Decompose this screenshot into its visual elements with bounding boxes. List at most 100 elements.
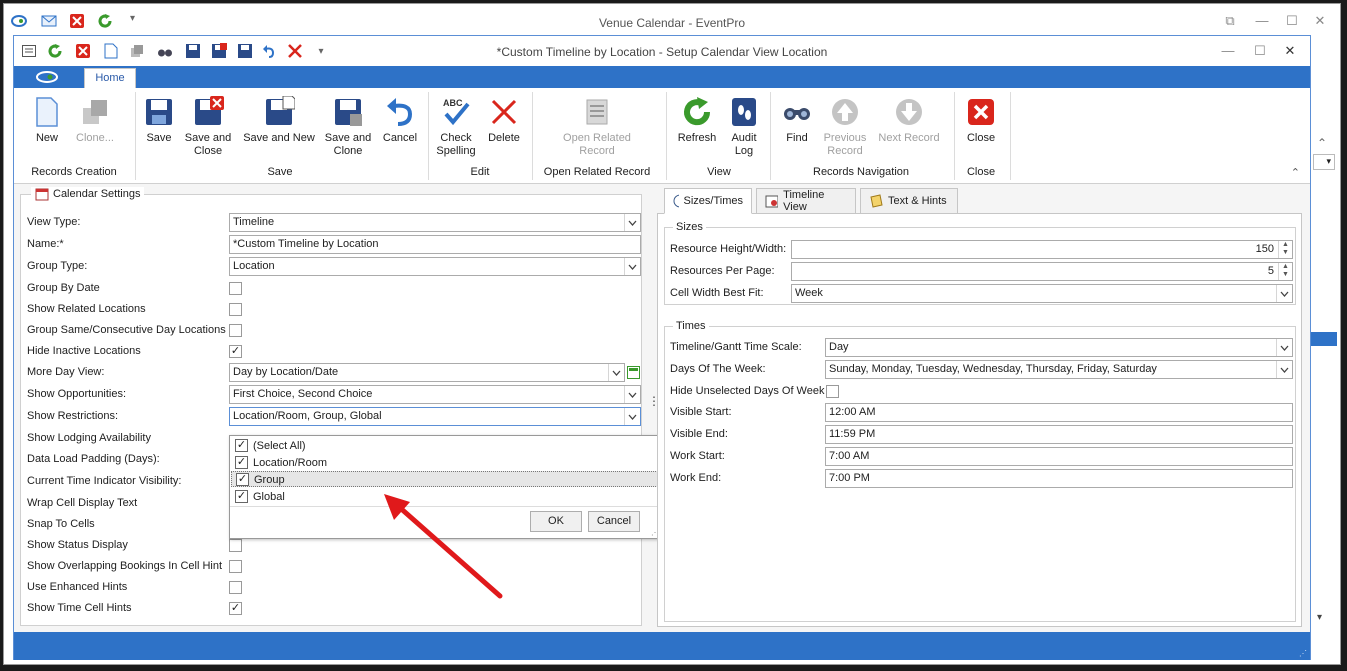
more-day-view-combo[interactable]: Day by Location/Date [229,363,625,382]
close-button[interactable]: Close [962,96,1000,145]
time-cell-hints-checkbox[interactable]: ✓ [229,602,242,615]
ribbon-separator [135,92,136,180]
dropdown-checkbox[interactable]: ✓ [235,490,248,503]
resources-per-page-spinner[interactable]: 5 ▲ ▼ [791,262,1293,281]
resize-grip-icon[interactable]: ⋰ [1299,649,1307,658]
tab-timeline-view[interactable]: Timeline View [756,188,856,214]
show-related-label: Show Related Locations [27,303,146,315]
enhanced-hints-label: Use Enhanced Hints [27,581,128,593]
tab-home[interactable]: Home [84,68,136,88]
close-icon[interactable]: ✕ [1312,14,1328,28]
collapse-ribbon-icon[interactable]: ⌃ [1291,166,1300,179]
application-menu-button[interactable] [14,66,80,88]
refresh-button[interactable]: Refresh [674,96,720,145]
arrow-up-icon [832,99,858,125]
work-end-label: Work End: [670,472,722,484]
show-status-label: Show Status Display [27,539,128,551]
check-spelling-button[interactable]: ABC Check Spelling [434,96,478,158]
dropdown-checkbox[interactable]: ✓ [235,456,248,469]
days-of-week-combo[interactable]: Sunday, Monday, Tuesday, Wednesday, Thur… [825,360,1293,379]
restore-icon[interactable]: ⧉ [1222,14,1238,28]
minimize-icon[interactable]: — [1220,44,1236,58]
dropdown-item-select-all[interactable]: ✓ (Select All) [231,438,660,454]
save-clone-icon [335,99,362,126]
dropdown-cancel-button[interactable]: Cancel [588,511,640,532]
save-button[interactable]: Save [142,96,176,145]
work-start-field[interactable]: 7:00 AM [825,447,1293,466]
undo-icon [387,98,413,126]
dropdown-ok-button[interactable]: OK [530,511,582,532]
show-opportunities-combo[interactable]: First Choice, Second Choice [229,385,641,404]
open-related-record-button[interactable]: Open Related Record [554,96,640,158]
timeline-icon [765,195,779,208]
show-status-checkbox[interactable] [229,539,242,552]
maximize-icon[interactable]: ☐ [1284,14,1300,28]
dropdown-item-location-room[interactable]: ✓ Location/Room [231,455,660,471]
tab-sizes-times[interactable]: Sizes/Times [664,188,752,214]
ribbon-separator [428,92,429,180]
more-day-view-label: More Day View: [27,366,105,378]
hide-unselected-label: Hide Unselected Days Of Week [670,385,825,397]
clone-button[interactable]: Clone... [72,96,118,145]
spinner-arrows-icon[interactable]: ▲ ▼ [1278,241,1292,258]
group-by-date-label: Group By Date [27,282,100,294]
previous-record-button[interactable]: Previous Record [820,96,870,158]
save-new-icon [266,96,295,125]
audit-log-button[interactable]: Audit Log [726,96,762,158]
chevron-down-icon[interactable] [1276,361,1292,378]
current-time-label: Current Time Indicator Visibility: [27,475,182,487]
chevron-down-icon[interactable] [1276,285,1292,302]
maximize-icon[interactable]: ☐ [1252,44,1268,58]
lookup-icon[interactable] [626,364,641,381]
chevron-down-icon[interactable] [624,258,640,275]
view-type-combo[interactable]: Timeline [229,213,641,232]
visible-end-field[interactable]: 11:59 PM [825,425,1293,444]
save-and-new-button[interactable]: Save and New [242,96,316,145]
save-and-clone-button[interactable]: Save and Clone [322,96,374,158]
show-related-checkbox[interactable] [229,303,242,316]
show-restrictions-combo[interactable]: Location/Room, Group, Global [229,407,641,426]
chevron-down-icon[interactable] [1276,339,1292,356]
save-and-close-button[interactable]: Save and Close [182,96,234,158]
dropdown-checkbox[interactable]: ✓ [235,439,248,452]
cell-width-combo[interactable]: Week [791,284,1293,303]
delete-button[interactable]: Delete [484,96,524,145]
group-by-date-checkbox[interactable] [229,282,242,295]
ribbon-separator [532,92,533,180]
cell-width-label: Cell Width Best Fit: [670,287,764,299]
group-same-checkbox[interactable] [229,324,242,337]
spinner-arrows-icon[interactable]: ▲ ▼ [1278,263,1292,280]
spell-check-icon: ABC [443,98,470,126]
chevron-down-icon[interactable] [624,386,640,403]
new-button[interactable]: New [28,96,66,145]
show-overlapping-checkbox[interactable] [229,560,242,573]
chevron-down-icon[interactable] [608,364,624,381]
next-record-button[interactable]: Next Record [876,96,942,145]
background-combo: ▾ [1313,154,1335,170]
visible-start-field[interactable]: 12:00 AM [825,403,1293,422]
work-end-field[interactable]: 7:00 PM [825,469,1293,488]
splitter-grip-icon[interactable]: ⋮ [648,395,660,416]
time-scale-combo[interactable]: Day [825,338,1293,357]
cancel-button[interactable]: Cancel [380,96,420,145]
chevron-down-icon[interactable] [624,408,640,425]
name-field[interactable]: *Custom Timeline by Location [229,235,641,254]
resource-hw-spinner[interactable]: 150 ▲ ▼ [791,240,1293,259]
tab-text-hints[interactable]: Text & Hints [860,188,958,214]
sizes-legend: Sizes [673,221,706,233]
group-type-combo[interactable]: Location [229,257,641,276]
times-fieldset: Times Timeline/Gantt Time Scale: Day Day… [664,320,1296,622]
minimize-icon[interactable]: — [1254,14,1270,28]
hide-unselected-checkbox[interactable] [826,385,839,398]
group-records-creation: Records Creation [31,166,117,178]
enhanced-hints-checkbox[interactable] [229,581,242,594]
arrow-down-icon [896,99,922,125]
chevron-down-icon[interactable] [624,214,640,231]
dropdown-checkbox[interactable]: ✓ [236,473,249,486]
find-button[interactable]: Find [780,96,814,145]
hide-inactive-checkbox[interactable]: ✓ [229,345,242,358]
show-overlapping-label: Show Overlapping Bookings In Cell Hint [27,560,223,572]
show-lodging-label: Show Lodging Availability [27,432,151,444]
close-red-icon [968,99,994,125]
close-icon[interactable]: ✕ [1282,44,1298,58]
